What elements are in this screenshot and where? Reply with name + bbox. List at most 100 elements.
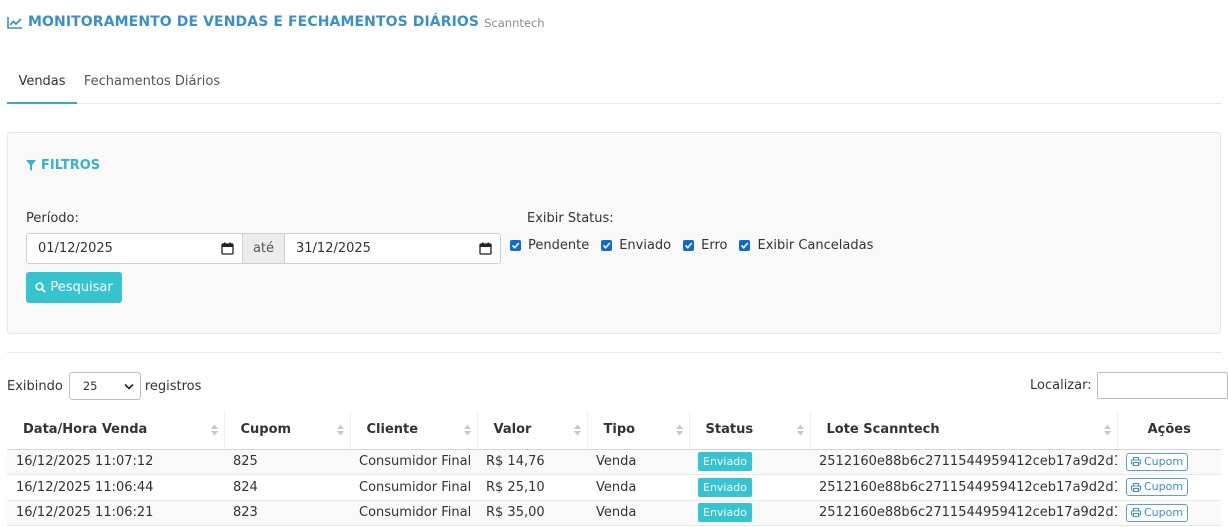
column-header-cliente[interactable]: Cliente <box>350 411 478 450</box>
cell-valor: R$ 14,76 <box>477 449 587 475</box>
cell-acoes: Cupom <box>1117 449 1221 475</box>
cell-cliente: Consumidor Final <box>350 474 477 501</box>
filters-title-label: FILTROS <box>41 158 101 173</box>
cell-valor: R$ 35,00 <box>477 500 587 526</box>
page-length-control: Exibindo 25 registros <box>7 372 201 400</box>
page-title: MONITORAMENTO DE VENDAS E FECHAMENTOS DI… <box>28 14 480 30</box>
cupom-button[interactable]: Cupom <box>1126 478 1189 497</box>
tab-fechamentos-diarios[interactable]: Fechamentos Diários <box>77 62 227 104</box>
calendar-icon[interactable] <box>479 242 492 255</box>
page-header: MONITORAMENTO DE VENDAS E FECHAMENTOS DI… <box>7 14 545 30</box>
length-prefix: Exibindo <box>7 378 63 394</box>
checkbox-checked[interactable] <box>601 240 613 251</box>
checkbox-checked[interactable] <box>739 240 751 251</box>
checkbox-exibir-canceladas[interactable]: Exibir Canceladas <box>739 238 873 253</box>
cell-acoes: Cupom <box>1117 500 1221 526</box>
table-header-row: Data/Hora Venda Cupom Cliente Valor Tipo… <box>7 411 1221 450</box>
cell-datahora: 16/12/2025 11:06:44 <box>7 474 224 501</box>
length-suffix: registros <box>144 378 202 394</box>
table-row: 16/12/2025 11:07:12 825 Consumidor Final… <box>7 449 1221 475</box>
column-header-status[interactable]: Status <box>689 411 811 450</box>
cell-cliente: Consumidor Final <box>350 449 477 475</box>
cell-cupom: 823 <box>224 500 350 526</box>
filter-icon <box>26 160 36 171</box>
sort-icon <box>336 424 344 436</box>
cell-status: Enviado <box>689 500 810 526</box>
checkbox-label: Pendente <box>528 238 590 253</box>
cell-lote: 2512160e88b6c2711544959412ceb17a9d2d11fa <box>810 474 1117 501</box>
cell-cupom: 825 <box>224 449 350 475</box>
checkbox-label: Erro <box>701 238 728 253</box>
column-header-lote[interactable]: Lote Scanntech <box>810 411 1118 450</box>
pesquisar-button-label: Pesquisar <box>50 280 113 295</box>
table-row: 16/12/2025 11:06:44 824 Consumidor Final… <box>7 474 1221 501</box>
table-search: Localizar: <box>1030 372 1228 399</box>
cell-tipo: Venda <box>587 500 689 526</box>
search-input[interactable] <box>1096 372 1228 399</box>
cell-tipo: Venda <box>587 474 689 501</box>
column-header-tipo[interactable]: Tipo <box>587 411 690 450</box>
sort-icon <box>1103 424 1111 436</box>
checkbox-checked[interactable] <box>510 240 521 251</box>
chevron-down-icon <box>124 383 134 390</box>
status-badge: Enviado <box>698 503 752 523</box>
date-range-group: 01/12/2025 até 31/12/2025 <box>26 233 501 264</box>
checkbox-erro[interactable]: Erro <box>683 238 727 253</box>
cell-acoes: Cupom <box>1117 474 1221 501</box>
checkbox-enviado[interactable]: Enviado <box>601 238 671 253</box>
cupom-button[interactable]: Cupom <box>1126 503 1189 522</box>
sort-icon <box>210 424 218 436</box>
search-label: Localizar: <box>1030 378 1092 393</box>
sales-table: Data/Hora Venda Cupom Cliente Valor Tipo… <box>7 411 1221 526</box>
cell-cliente: Consumidor Final <box>350 500 477 526</box>
printer-icon <box>1131 457 1141 467</box>
cell-cupom: 824 <box>224 474 350 501</box>
page-subtitle: Scanntech <box>484 16 545 30</box>
status-badge: Enviado <box>698 477 752 497</box>
checkbox-checked[interactable] <box>683 240 695 251</box>
cell-lote: 2512160e88b6c2711544959412ceb17a9d2d11fa <box>810 500 1117 526</box>
sort-icon <box>573 424 581 436</box>
status-checkboxes: Pendente Enviado Erro Exibir Canceladas <box>510 238 885 253</box>
column-header-cupom[interactable]: Cupom <box>224 411 351 450</box>
checkbox-label: Exibir Canceladas <box>757 238 874 253</box>
status-badge: Enviado <box>698 452 752 472</box>
checkbox-pendente[interactable]: Pendente <box>510 238 589 253</box>
column-header-acoes: Ações <box>1117 411 1221 450</box>
date-to-input[interactable]: 31/12/2025 <box>285 234 500 263</box>
calendar-icon[interactable] <box>221 242 234 255</box>
tab-vendas[interactable]: Vendas <box>7 62 77 104</box>
column-header-valor[interactable]: Valor <box>477 411 588 450</box>
date-from-value: 01/12/2025 <box>38 241 113 256</box>
cupom-button[interactable]: Cupom <box>1126 452 1189 471</box>
sort-icon <box>463 424 471 436</box>
sort-icon <box>675 424 683 436</box>
tab-bar: Vendas Fechamentos Diários <box>7 62 1221 104</box>
sort-icon <box>796 424 804 436</box>
cell-tipo: Venda <box>587 449 689 475</box>
cell-status: Enviado <box>689 474 810 501</box>
page-length-value: 25 <box>82 379 98 393</box>
cupom-button-label: Cupom <box>1144 480 1184 494</box>
filters-title: FILTROS <box>26 158 100 173</box>
date-to-value: 31/12/2025 <box>296 241 371 256</box>
search-icon <box>35 282 47 293</box>
column-header-datahora[interactable]: Data/Hora Venda <box>7 411 225 450</box>
printer-icon <box>1131 508 1141 518</box>
status-label: Exibir Status: <box>527 211 614 226</box>
cell-valor: R$ 25,10 <box>477 474 587 501</box>
pesquisar-button[interactable]: Pesquisar <box>26 272 122 303</box>
cell-lote: 2512160e88b6c2711544959412ceb17a9d2d11fa <box>810 449 1117 475</box>
cupom-button-label: Cupom <box>1144 454 1184 468</box>
cupom-button-label: Cupom <box>1144 505 1184 519</box>
filters-panel: FILTROS Período: 01/12/2025 até 31/12/20… <box>7 132 1221 334</box>
cell-datahora: 16/12/2025 11:06:21 <box>7 500 224 526</box>
line-chart-icon <box>7 16 22 29</box>
date-from-input[interactable]: 01/12/2025 <box>27 234 242 263</box>
cell-datahora: 16/12/2025 11:07:12 <box>7 449 224 475</box>
cell-status: Enviado <box>689 449 810 475</box>
date-range-separator: até <box>242 234 285 263</box>
printer-icon <box>1131 482 1141 492</box>
periodo-label: Período: <box>26 211 79 226</box>
page-length-select[interactable]: 25 <box>68 372 141 400</box>
